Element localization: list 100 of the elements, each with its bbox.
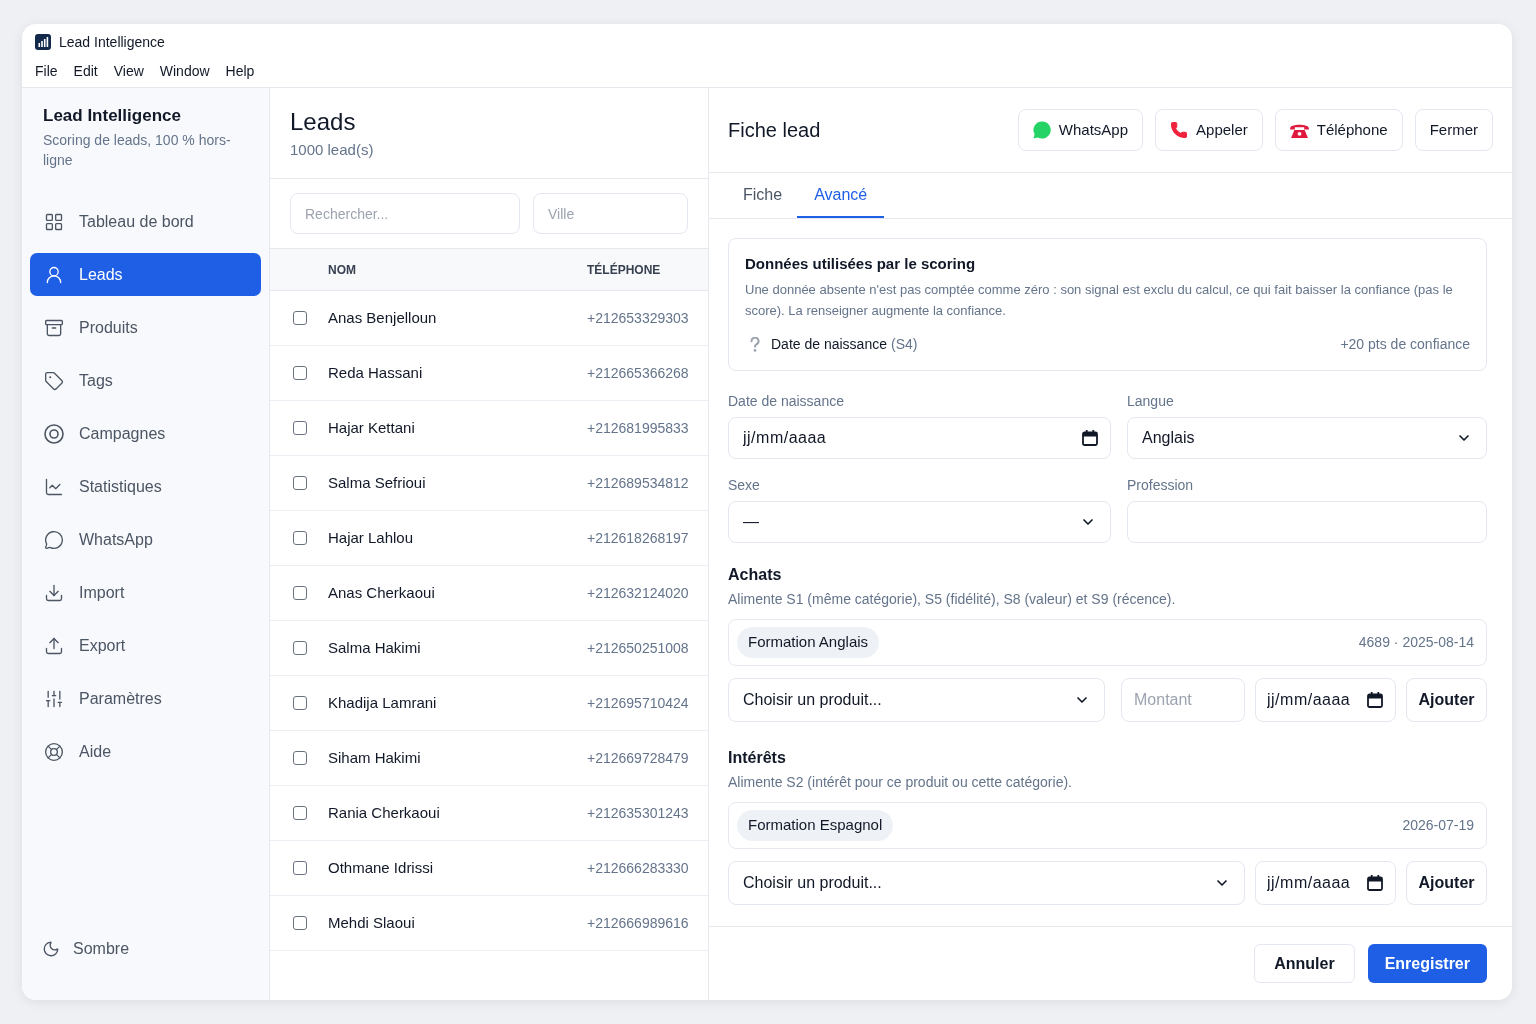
add-button[interactable]: Ajouter (1406, 861, 1487, 905)
city-filter-field[interactable]: Ville (533, 193, 688, 234)
signal-code: (S4) (890, 334, 918, 354)
panel-title: Leads (290, 108, 357, 136)
desk-telephone-icon (1289, 122, 1309, 138)
menu-item[interactable]: File (29, 61, 64, 82)
download-icon (44, 582, 64, 603)
app-name: Lead Intelligence (43, 105, 182, 127)
cancel-button[interactable]: Annuler (1254, 944, 1355, 983)
calendar-icon[interactable] (1082, 430, 1098, 446)
lead-name[interactable]: Mehdi Slaoui (328, 911, 587, 935)
row-checkbox[interactable] (293, 916, 307, 930)
text-field[interactable] (1127, 501, 1487, 543)
lead-count: 1000 lead(s) (290, 140, 375, 160)
column-header: TÉLÉPHONE (587, 261, 661, 279)
calendar-icon[interactable] (1367, 692, 1383, 708)
row-checkbox[interactable] (293, 696, 307, 710)
chat-bubble-icon (1032, 121, 1051, 139)
phone-number: +212666989616 (587, 913, 689, 933)
tab[interactable]: Fiche (728, 173, 798, 218)
menu-item[interactable]: Help (219, 61, 261, 82)
phone-number: +212653329303 (587, 308, 689, 328)
phone-number: +212635301243 (587, 803, 689, 823)
select-field[interactable]: Anglais (1127, 417, 1487, 459)
sidebar-item[interactable]: WhatsApp (30, 518, 261, 561)
sidebar-item[interactable]: Produits (30, 306, 261, 349)
calendar-icon[interactable] (1367, 875, 1383, 891)
action-button[interactable]: Fermer (1414, 109, 1493, 151)
phone-number: +212665366268 (587, 363, 689, 383)
menu-item[interactable]: Window (153, 61, 216, 82)
date-field[interactable]: jj/mm/aaaa (1255, 861, 1396, 905)
app-logo-icon (35, 34, 51, 50)
save-button[interactable]: Enregistrer (1367, 944, 1487, 983)
row-checkbox[interactable] (293, 366, 307, 380)
entry-details: 2026-07-19 (1402, 816, 1474, 835)
lead-name[interactable]: Khadija Lamrani (328, 691, 587, 715)
row-checkbox[interactable] (293, 476, 307, 490)
menu-item[interactable]: View (107, 61, 150, 82)
sidebar-item[interactable]: Tags (30, 359, 261, 402)
sidebar-item[interactable]: Paramètres (30, 677, 261, 720)
sidebar-item[interactable]: Import (30, 571, 261, 614)
lead-name[interactable]: Salma Sefrioui (328, 471, 587, 495)
grid-icon (44, 211, 64, 232)
tab[interactable]: Avancé (797, 173, 885, 218)
card-title: Données utilisées par le scoring (745, 254, 977, 274)
menu-item[interactable]: Edit (67, 61, 104, 82)
line-chart-icon (44, 476, 64, 497)
lead-name[interactable]: Anas Cherkaoui (328, 581, 587, 605)
sidebar-item[interactable]: Campagnes (30, 412, 261, 455)
select-field[interactable]: Choisir un produit... (728, 678, 1105, 722)
row-checkbox[interactable] (293, 641, 307, 655)
field-label: Langue (1127, 392, 1175, 410)
date-field[interactable]: jj/mm/aaaa (1255, 678, 1396, 722)
question-mark-icon (750, 336, 760, 352)
date-field[interactable]: jj/mm/aaaa (728, 417, 1111, 459)
lead-name[interactable]: Hajar Lahlou (328, 526, 587, 550)
phone-number: +212689534812 (587, 473, 689, 493)
lead-name[interactable]: Reda Hassani (328, 361, 587, 385)
add-button[interactable]: Ajouter (1406, 678, 1487, 722)
sidebar-item[interactable]: Aide (30, 730, 261, 773)
lead-name[interactable]: Siham Hakimi (328, 746, 587, 770)
lead-name[interactable]: Anas Benjelloun (328, 306, 587, 330)
action-button[interactable]: WhatsApp (1017, 109, 1144, 151)
moon-icon (42, 940, 60, 958)
phone-number: +212666283330 (587, 858, 689, 878)
confidence-gain: +20 pts de confiance (1340, 334, 1470, 354)
select-field[interactable]: Choisir un produit... (728, 861, 1245, 905)
lead-name[interactable]: Othmane Idrissi (328, 856, 587, 880)
archive-box-icon (44, 317, 64, 338)
select-field[interactable]: — (728, 501, 1111, 543)
phone-handset-icon (1170, 121, 1189, 139)
row-checkbox[interactable] (293, 586, 307, 600)
lifebuoy-icon (44, 741, 64, 762)
amount-field[interactable]: Montant (1121, 678, 1245, 722)
row-checkbox[interactable] (293, 751, 307, 765)
row-checkbox[interactable] (293, 421, 307, 435)
field-label: Profession (1127, 476, 1195, 494)
sidebar-item[interactable]: Leads (30, 253, 261, 296)
row-checkbox[interactable] (293, 531, 307, 545)
row-checkbox[interactable] (293, 311, 307, 325)
entry-details: 4689 · 2025-08-14 (1358, 633, 1474, 652)
section-description: Alimente S1 (même catégorie), S5 (fidélité), S8 (valeur) et S9 (récence). (728, 590, 1177, 608)
sidebar-item[interactable]: Export (30, 624, 261, 667)
missing-field-label: Date de naissance (771, 334, 887, 354)
search-field[interactable]: Rechercher... (290, 193, 520, 234)
section-title: Intérêts (728, 748, 787, 768)
sidebar-item[interactable]: Tableau de bord (30, 200, 261, 243)
theme-toggle[interactable]: Sombre (42, 929, 249, 969)
action-button[interactable]: Appeler (1155, 109, 1263, 151)
lead-name[interactable]: Rania Cherkaoui (328, 801, 587, 825)
row-checkbox[interactable] (293, 806, 307, 820)
row-checkbox[interactable] (293, 861, 307, 875)
section-description: Alimente S2 (intérêt pour ce produit ou cette catégorie). (728, 773, 1073, 791)
lead-name[interactable]: Salma Hakimi (328, 636, 587, 660)
app-tagline: Scoring de leads, 100 % hors-ligne (43, 131, 232, 170)
sidebar-item[interactable]: Statistiques (30, 465, 261, 508)
phone-number: +212681995833 (587, 418, 689, 438)
lead-name[interactable]: Hajar Kettani (328, 416, 587, 440)
action-button[interactable]: Téléphone (1274, 109, 1403, 151)
card-description: Une donnée absente n'est pas comptée comme zéro : son signal est exclu du calcul, ce qui fait baisser la confiance (pas le score). La renseigner augmente la confiance. (745, 281, 1454, 320)
